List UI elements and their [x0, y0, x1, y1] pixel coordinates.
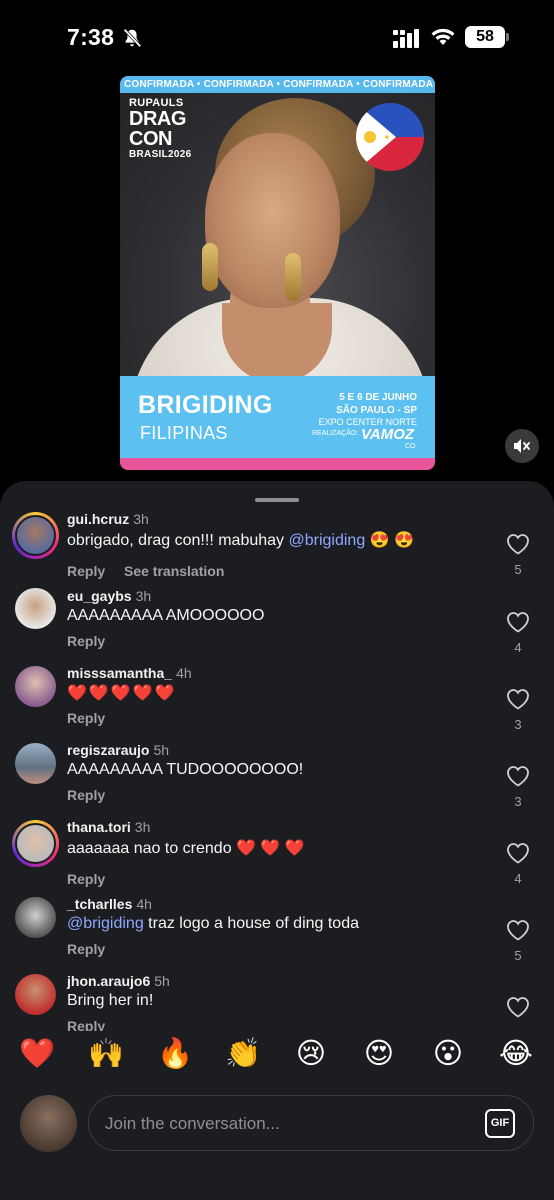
comments-sheet: gui.hcruz 3h obrigado, drag con!!! mabuha…	[0, 481, 554, 1200]
avatar[interactable]	[15, 588, 56, 629]
like-count: 3	[514, 717, 522, 732]
reply-button[interactable]: Reply	[67, 1018, 105, 1031]
avatar[interactable]	[15, 897, 56, 938]
mute-icon	[514, 439, 530, 453]
comment-item: _tcharlles 4h @brigiding traz logo a hous…	[0, 891, 554, 968]
emoji-laughing[interactable]: 😂	[496, 1036, 536, 1070]
comment-text: @brigiding traz logo a house of ding tod…	[67, 915, 359, 932]
comment-item: gui.hcruz 3h obrigado, drag con!!! mabuha…	[0, 506, 554, 583]
comment-item: jhon.araujo6 5h Bring her in! Reply	[0, 968, 554, 1031]
like-count: 5	[514, 562, 522, 577]
avatar[interactable]	[15, 743, 56, 784]
see-translation-button[interactable]: See translation	[124, 563, 224, 579]
artist-name: BRIGIDING	[138, 391, 273, 419]
comment-username[interactable]: regiszaraujo 5h	[67, 742, 169, 758]
mention-link[interactable]: @brigiding	[288, 532, 365, 549]
heart-icon[interactable]	[506, 765, 530, 787]
heart-icon[interactable]	[506, 996, 530, 1018]
emoji-heart-eyes[interactable]: 😍	[359, 1036, 399, 1070]
event-poster[interactable]: CONFIRMADA • CONFIRMADA • CONFIRMADA • C…	[120, 76, 435, 470]
heart-icon[interactable]	[506, 842, 530, 864]
emoji-heart[interactable]: ❤️	[17, 1036, 57, 1071]
mute-button[interactable]	[505, 429, 539, 463]
emoji-surprised[interactable]: 😮	[428, 1036, 468, 1070]
comment-item: regiszaraujo 5h AAAAAAAAA TUDOOOOOOOO! Re…	[0, 737, 554, 814]
avatar[interactable]	[15, 974, 56, 1015]
organizer-logo: VAMOZ	[361, 426, 415, 443]
confirmed-ticker: CONFIRMADA • CONFIRMADA • CONFIRMADA • C…	[120, 76, 435, 93]
my-avatar[interactable]	[20, 1095, 77, 1152]
comment-username[interactable]: thana.tori 3h	[67, 819, 150, 835]
like-count: 5	[514, 948, 522, 963]
comment-username[interactable]: eu_gaybs 3h	[67, 588, 151, 604]
status-time: 7:38	[67, 24, 115, 50]
organizer-suffix: CO	[405, 443, 416, 450]
reply-button[interactable]: Reply	[67, 710, 105, 726]
comment-username[interactable]: misssamantha_ 4h	[67, 665, 192, 681]
heart-icon[interactable]	[506, 919, 530, 941]
like-count: 3	[514, 794, 522, 809]
avatar[interactable]	[15, 666, 56, 707]
reply-button[interactable]: Reply	[67, 563, 105, 579]
avatar[interactable]	[12, 512, 59, 559]
comment-composer: GIF	[0, 1093, 554, 1153]
comment-item: thana.tori 3h aaaaaaa nao to crendo ❤️ ❤️…	[0, 814, 554, 891]
event-city: SÃO PAULO - SP	[336, 404, 417, 416]
comment-item: misssamantha_ 4h ❤️❤️❤️❤️❤️ Reply 3	[0, 660, 554, 737]
avatar[interactable]	[12, 820, 59, 867]
emoji-clap[interactable]: 👏	[223, 1036, 263, 1071]
wifi-icon	[431, 28, 455, 45]
comment-input-box[interactable]: GIF	[88, 1095, 534, 1151]
battery-icon: 58	[465, 26, 509, 48]
emoji-fire[interactable]: 🔥	[155, 1036, 195, 1071]
gif-icon[interactable]: GIF	[485, 1109, 515, 1138]
emoji-crying[interactable]: 😢	[291, 1036, 331, 1070]
comment-text: aaaaaaa nao to crendo ❤️ ❤️ ❤️	[67, 840, 305, 857]
comment-username[interactable]: gui.hcruz 3h	[67, 511, 149, 527]
dragcon-logo: RUPAULS DRAG CON BRASIL2026	[129, 97, 192, 160]
reply-button[interactable]: Reply	[67, 787, 105, 803]
comment-text: obrigado, drag con!!! mabuhay @brigiding…	[67, 532, 414, 549]
heart-icon[interactable]	[506, 533, 530, 555]
artist-country: FILIPINAS	[140, 423, 228, 443]
reply-button[interactable]: Reply	[67, 633, 105, 649]
event-date: 5 E 6 DE JUNHO SÃO PAULO - SP	[336, 392, 417, 416]
cellular-signal-icon	[393, 29, 419, 48]
comment-username[interactable]: jhon.araujo6 5h	[67, 973, 170, 989]
comment-username[interactable]: _tcharlles 4h	[67, 896, 152, 912]
drag-handle[interactable]	[255, 498, 299, 502]
mention-link[interactable]: @brigiding	[67, 915, 144, 932]
comment-list[interactable]: gui.hcruz 3h obrigado, drag con!!! mabuha…	[0, 506, 554, 1031]
comment-input[interactable]	[105, 1110, 465, 1138]
comment-text: ❤️❤️❤️❤️❤️	[67, 683, 177, 702]
status-bar: 7:38 58	[0, 0, 554, 76]
reply-button[interactable]: Reply	[67, 871, 105, 887]
realizacao-label: REALIZAÇÃO:	[312, 430, 359, 437]
like-count: 4	[514, 640, 522, 655]
comment-text: Bring her in!	[67, 992, 154, 1009]
comment-item: eu_gaybs 3h AAAAAAAAA AMOOOOOO Reply 4	[0, 583, 554, 660]
philippines-flag-icon	[356, 103, 424, 171]
like-count: 4	[514, 871, 522, 886]
comment-text: AAAAAAAAA AMOOOOOO	[67, 607, 265, 624]
heart-icon[interactable]	[506, 688, 530, 710]
heart-icon[interactable]	[506, 611, 530, 633]
reply-button[interactable]: Reply	[67, 941, 105, 957]
emoji-reaction-bar: ❤️ 🙌 🔥 👏 😢 😍 😮 😂	[0, 1036, 554, 1086]
comment-text: AAAAAAAAA TUDOOOOOOOO!	[67, 761, 304, 778]
bell-off-icon	[123, 28, 142, 48]
emoji-raised-hands[interactable]: 🙌	[86, 1036, 126, 1071]
